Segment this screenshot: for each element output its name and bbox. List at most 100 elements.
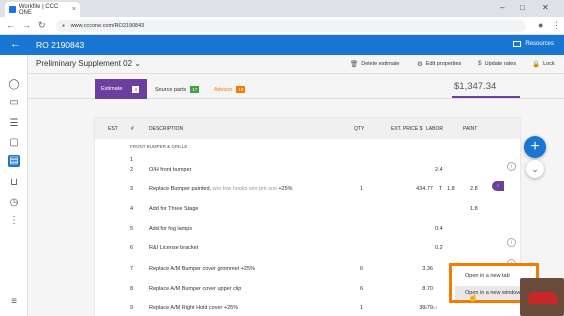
- row-number: 3: [130, 186, 134, 192]
- favicon-icon: [9, 6, 16, 13]
- close-tab-icon[interactable]: ×: [72, 6, 76, 13]
- book-icon: [513, 41, 522, 47]
- history-icon[interactable]: ◷: [8, 197, 20, 209]
- forward-arrow-icon[interactable]: →: [22, 20, 31, 30]
- row-number: 4: [130, 206, 134, 212]
- minimize-icon[interactable]: –: [500, 3, 504, 12]
- close-window-icon[interactable]: ✕: [542, 3, 549, 12]
- row-number: 9: [130, 305, 134, 311]
- car-photo-icon: [528, 292, 558, 304]
- section-title: FRONT BUMPER & GRILLE: [130, 144, 188, 149]
- trash-icon: 🗑: [350, 61, 359, 68]
- tab-estimate-label: Estimate: [101, 86, 123, 92]
- table-row[interactable]: 5 Add for fog lamps 0.4: [95, 219, 520, 239]
- lock-icon: 🔒: [532, 61, 541, 68]
- row-description-detail: w/o tow hooks w/o prk sns: [212, 186, 277, 192]
- advisor-count-badge: 10: [236, 86, 246, 93]
- col-ext-price: EXT. PRICE $: [391, 126, 423, 132]
- update-rates-label: Update rates: [484, 60, 517, 67]
- tab-advisor[interactable]: Advisor 10: [214, 86, 246, 93]
- browser-tab[interactable]: Workfile | CCC ONE ×: [5, 2, 80, 17]
- row-qty: 1: [360, 305, 364, 311]
- edit-properties-label: Edit properties: [425, 61, 462, 67]
- lock-button[interactable]: 🔒 Lock: [532, 60, 555, 68]
- account-icon[interactable]: ●: [538, 20, 543, 30]
- maximize-icon[interactable]: □: [520, 3, 525, 12]
- row-description: Replace A/M Right Hold cover +25%: [149, 305, 239, 311]
- row-description: R&I License bracket: [149, 245, 199, 251]
- total-underline: [452, 96, 520, 98]
- delete-estimate-button[interactable]: 🗑 Delete estimate: [350, 60, 399, 68]
- info-icon[interactable]: i: [507, 162, 516, 171]
- estimate-title-dropdown[interactable]: Preliminary Supplement 02 ⌄: [36, 59, 141, 68]
- estimate-count-badge: 3: [132, 85, 139, 93]
- row-paint: 2.8: [470, 186, 478, 192]
- images-icon[interactable]: ▢: [8, 137, 20, 149]
- row-number: 8: [130, 286, 134, 292]
- row-description-main: Replace Bumper painted,: [149, 186, 213, 192]
- tab-source-parts[interactable]: Source parts 17: [155, 86, 200, 93]
- estimate-subheader: Preliminary Supplement 02 ⌄ 🗑 Delete est…: [28, 55, 564, 74]
- tab-source-parts-label: Source parts: [155, 86, 187, 93]
- url-text: www.cccone.com/RO2190843: [70, 23, 145, 29]
- row-qty: 6: [360, 286, 364, 292]
- edit-properties-button[interactable]: ⚙ Edit properties: [417, 60, 461, 68]
- menu-item-open-new-tab[interactable]: Open in a new tab: [465, 273, 510, 279]
- row-description: Replace A/M Bumper cover grommet +25%: [149, 266, 255, 272]
- row-description: Replace A/M Bumper cover upper clip: [149, 286, 242, 292]
- address-bar-row: ← → ↻ ● www.cccone.com/RO2190843 ● ⋮: [0, 17, 564, 35]
- car-icon[interactable]: ▭: [8, 97, 20, 109]
- hamburger-menu-icon[interactable]: ≡: [8, 296, 20, 308]
- back-icon[interactable]: ←: [10, 38, 21, 50]
- estimate-title: Preliminary Supplement 02: [36, 59, 133, 68]
- person-icon[interactable]: ◯: [8, 79, 20, 91]
- table-row[interactable]: 3 Replace Bumper painted, w/o tow hooks …: [95, 179, 520, 199]
- browser-menu-icon[interactable]: ⋮: [552, 20, 561, 31]
- reload-icon[interactable]: ↻: [38, 20, 46, 31]
- row-description: Replace Bumper painted, w/o tow hooks w/…: [149, 186, 293, 192]
- url-field[interactable]: ● www.cccone.com/RO2190843: [56, 20, 526, 32]
- back-arrow-icon[interactable]: ←: [6, 20, 15, 30]
- col-labor: LABOR: [426, 126, 443, 132]
- tab-estimate[interactable]: Estimate 3: [95, 79, 147, 99]
- row-number: 6: [130, 245, 134, 251]
- row-price: 434.77: [416, 186, 433, 192]
- table-row[interactable]: 4 Add for Three Stage 1.8: [95, 199, 520, 219]
- row-qty: 6: [360, 266, 364, 272]
- row-price: 3.36: [422, 266, 433, 272]
- add-line-button[interactable]: +: [524, 136, 546, 158]
- repair-order-title: RO 2190843: [36, 40, 85, 50]
- cart-icon[interactable]: ⊔: [8, 177, 20, 189]
- row-number: 2: [130, 167, 134, 173]
- info-icon[interactable]: i: [507, 238, 516, 247]
- chevron-down-icon: ⌄: [134, 59, 141, 68]
- table-row[interactable]: 2 O/H front bumper 2.4: [95, 160, 520, 180]
- expand-chevron-button[interactable]: ⌄: [526, 160, 544, 178]
- row-qty: 1: [360, 186, 364, 192]
- tab-advisor-label: Advisor: [214, 86, 233, 93]
- row-price: 8.70: [422, 286, 433, 292]
- update-rates-button[interactable]: $ Update rates: [478, 60, 516, 67]
- row-marker-tab[interactable]: ›: [492, 181, 504, 191]
- left-nav-rail: ◯ ▭ ☰ ▢ ▤ ⊔ ◷ ⋮ ≡: [0, 55, 28, 316]
- row-labor: 0.4: [435, 226, 443, 232]
- app-header: ← RO 2190843 Resources: [0, 35, 564, 55]
- more-vert-icon[interactable]: ⋮: [8, 215, 20, 227]
- estimate-tabs: Estimate 3 Source parts 17 Advisor 10 $1…: [28, 74, 564, 99]
- lock-label: Lock: [543, 61, 555, 67]
- browser-tab-title: Workfile | CCC ONE: [18, 3, 59, 16]
- row-tax-flag: T: [439, 186, 443, 192]
- gear-icon: ⚙: [417, 61, 423, 68]
- row-number: 7: [130, 266, 134, 272]
- vehicle-thumbnail[interactable]: [520, 278, 564, 316]
- estimate-icon[interactable]: ▤: [8, 155, 20, 167]
- row-included: m Incl: [425, 305, 438, 310]
- table-row[interactable]: 6 R&I License bracket 0.2: [95, 238, 520, 258]
- estimate-total: $1,347.34: [454, 81, 497, 92]
- secure-lock-icon: ●: [62, 23, 66, 29]
- browser-tabstrip: Workfile | CCC ONE × – □ ✕: [0, 0, 564, 17]
- resources-button[interactable]: Resources: [513, 41, 554, 47]
- list-icon[interactable]: ☰: [8, 118, 20, 130]
- col-num: #: [131, 126, 134, 132]
- hand-cursor-icon: ☝: [468, 293, 478, 302]
